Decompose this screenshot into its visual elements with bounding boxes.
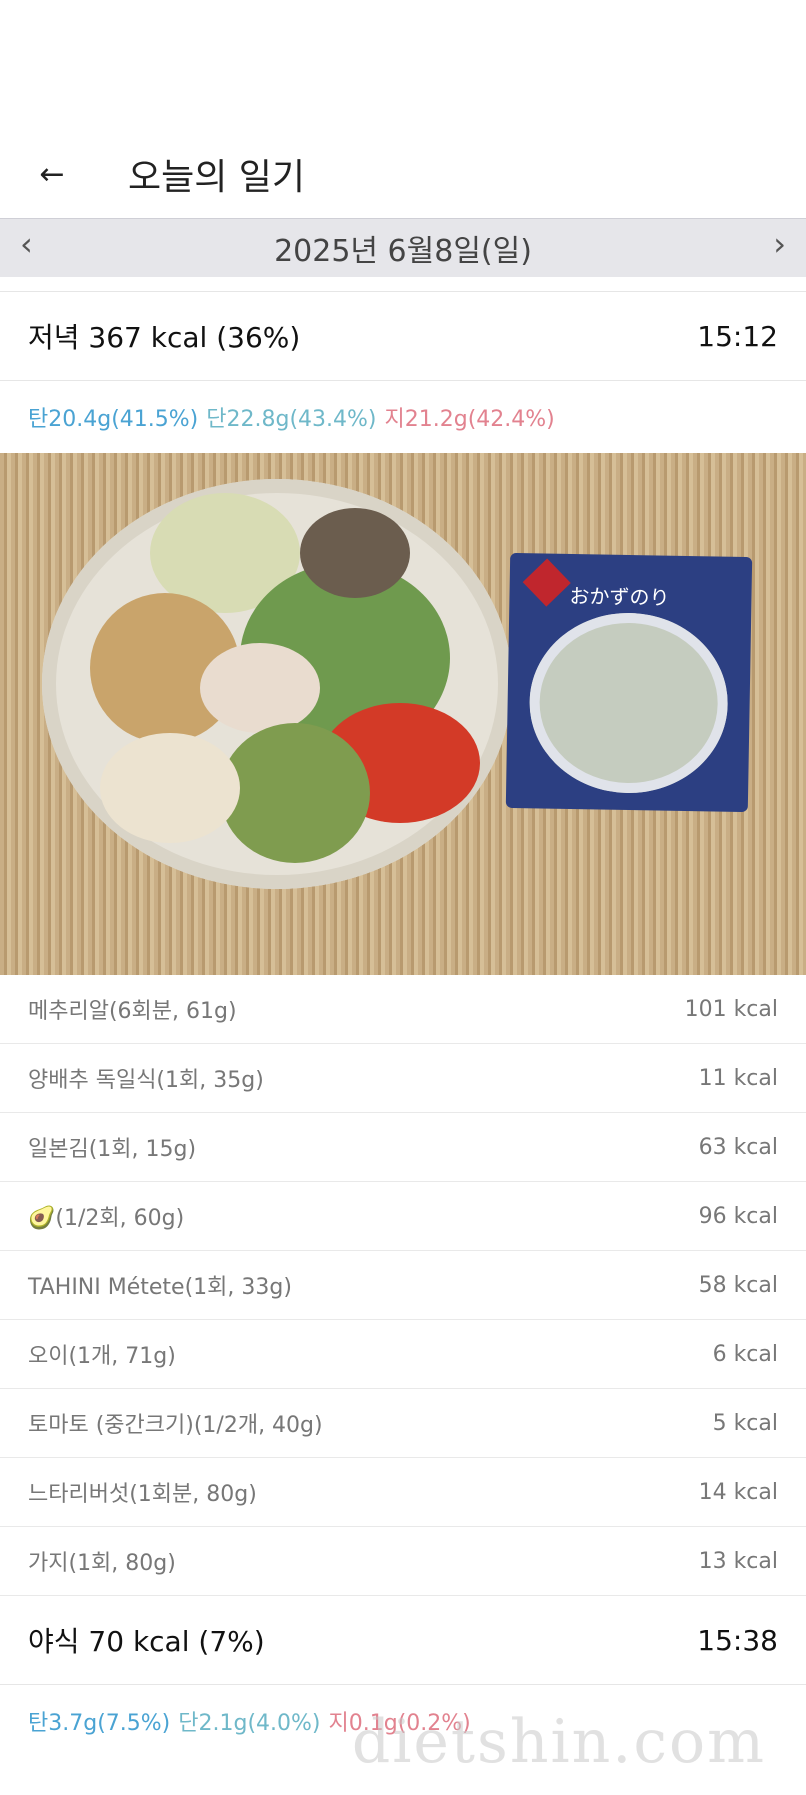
fat-macro: 지21.2g(42.4%) [384, 407, 555, 432]
food-kcal: 96 kcal [698, 1203, 778, 1229]
food-kcal: 6 kcal [712, 1341, 778, 1367]
food-kcal: 13 kcal [698, 1548, 778, 1574]
seaweed-package: おかずのり [505, 552, 753, 813]
date-navigator: ‹ 2025년 6월8일(일) › [0, 218, 806, 277]
list-item[interactable]: 메추리알(6회분, 61g) 101 kcal [0, 975, 806, 1044]
list-item[interactable]: 양배추 독일식(1회, 35g) 11 kcal [0, 1044, 806, 1113]
food-kcal: 63 kcal [698, 1134, 778, 1160]
list-item[interactable]: 가지(1회, 80g) 13 kcal [0, 1527, 806, 1596]
protein-macro: 단2.1g(4.0%) [178, 1711, 321, 1736]
chevron-left-icon[interactable]: ‹ [20, 225, 33, 263]
food-name: 양배추 독일식(1회, 35g) [28, 1068, 264, 1093]
food-name: TAHINI Métete(1회, 33g) [28, 1275, 292, 1300]
food-kcal: 58 kcal [698, 1272, 778, 1298]
food-name: 오이(1개, 71g) [28, 1344, 176, 1369]
food-kcal: 101 kcal [684, 996, 778, 1022]
avocado [220, 723, 370, 863]
meal-title: 저녁 367 kcal (36%) [28, 321, 301, 354]
page-title: 오늘의 일기 [128, 157, 306, 198]
food-name: 🥑(1/2회, 60g) [28, 1206, 185, 1231]
meal-photo[interactable]: おかずのり [0, 453, 806, 975]
meal-title: 야식 70 kcal (7%) [28, 1625, 265, 1658]
food-kcal: 11 kcal [698, 1065, 778, 1091]
list-item[interactable]: 🥑(1/2회, 60g) 96 kcal [0, 1182, 806, 1251]
current-date[interactable]: 2025년 6월8일(일) [274, 226, 532, 270]
tahini [200, 643, 320, 733]
carb-macro: 탄3.7g(7.5%) [28, 1711, 171, 1736]
list-item[interactable]: 느타리버섯(1회분, 80g) 14 kcal [0, 1458, 806, 1527]
food-name: 느타리버섯(1회분, 80g) [28, 1482, 257, 1507]
list-item[interactable]: TAHINI Métete(1회, 33g) 58 kcal [0, 1251, 806, 1320]
food-name: 토마토 (중간크기)(1/2개, 40g) [28, 1413, 323, 1438]
macro-summary: 탄20.4g(41.5%) 단22.8g(43.4%) 지21.2g(42.4%… [0, 381, 806, 453]
list-item[interactable]: 토마토 (중간크기)(1/2개, 40g) 5 kcal [0, 1389, 806, 1458]
meal-time: 15:12 [697, 319, 778, 353]
package-label: おかずのり [569, 583, 670, 610]
protein-macro: 단22.8g(43.4%) [206, 407, 377, 432]
mushrooms [300, 508, 410, 598]
food-name: 메추리알(6회분, 61g) [28, 999, 237, 1024]
separator [0, 277, 806, 292]
watermark: dietshin.com [351, 1707, 766, 1777]
meal-time: 15:38 [697, 1623, 778, 1657]
status-bar-space [0, 0, 806, 134]
app-header: ← 오늘의 일기 [0, 134, 806, 218]
package-window [528, 611, 730, 795]
arrow-left-icon[interactable]: ← [30, 152, 74, 196]
sauerkraut [100, 733, 240, 843]
meal-header-late-snack[interactable]: 야식 70 kcal (7%) 15:38 [0, 1596, 806, 1685]
list-item[interactable]: 오이(1개, 71g) 6 kcal [0, 1320, 806, 1389]
meal-header-dinner[interactable]: 저녁 367 kcal (36%) 15:12 [0, 292, 806, 381]
carb-macro: 탄20.4g(41.5%) [28, 407, 199, 432]
brand-logo [522, 558, 571, 607]
food-kcal: 14 kcal [698, 1479, 778, 1505]
food-list: 메추리알(6회분, 61g) 101 kcal 양배추 독일식(1회, 35g)… [0, 975, 806, 1596]
food-kcal: 5 kcal [712, 1410, 778, 1436]
food-name: 일본김(1회, 15g) [28, 1137, 197, 1162]
food-name: 가지(1회, 80g) [28, 1551, 176, 1576]
list-item[interactable]: 일본김(1회, 15g) 63 kcal [0, 1113, 806, 1182]
chevron-right-icon[interactable]: › [773, 225, 786, 263]
